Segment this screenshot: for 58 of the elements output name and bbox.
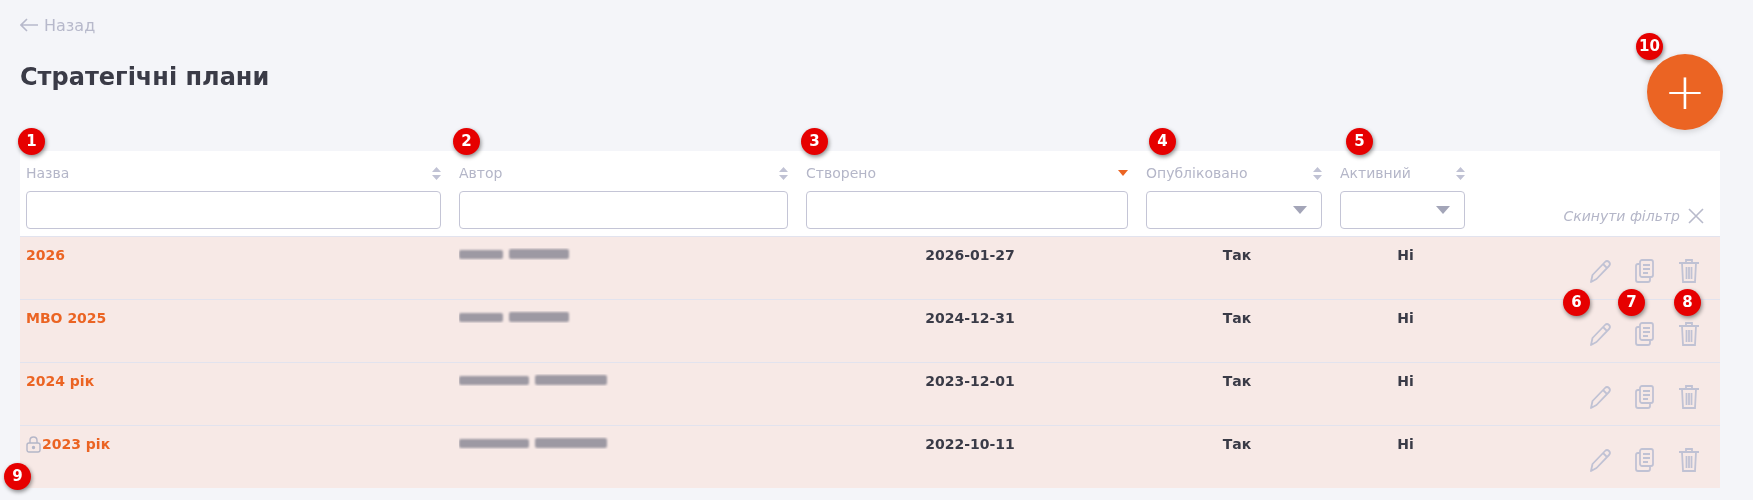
callout-marker: 3 (801, 128, 828, 155)
copy-icon[interactable] (1634, 447, 1656, 473)
filter-field[interactable] (26, 191, 441, 229)
column-header[interactable]: Автор (459, 165, 503, 181)
close-icon[interactable] (1688, 208, 1704, 224)
trash-icon[interactable] (1678, 384, 1700, 410)
callout-marker: 4 (1149, 128, 1176, 155)
filter-dropdown[interactable] (1340, 191, 1465, 229)
pencil-icon[interactable] (1588, 321, 1612, 347)
filter-field[interactable] (806, 191, 1128, 229)
trash-icon[interactable] (1678, 321, 1700, 347)
sort-icon[interactable] (779, 166, 788, 180)
column-header[interactable]: Створено (806, 165, 876, 181)
callout-marker: 2 (453, 128, 480, 155)
active-cell: Ні (1397, 247, 1414, 263)
caret-icon (1436, 206, 1450, 214)
back-arrow-icon[interactable] (20, 18, 38, 32)
callout-marker: 1 (18, 128, 45, 155)
reset-filter-link[interactable]: Скинути фільтр (1563, 208, 1680, 224)
sort-icon[interactable] (1456, 166, 1465, 180)
back-link[interactable]: Назад (44, 15, 96, 35)
pencil-icon[interactable] (1588, 384, 1612, 410)
callout-marker: 9 (4, 463, 31, 490)
column-header[interactable]: Назва (26, 165, 70, 181)
date-cell: 2023-12-01 (925, 373, 1015, 389)
trash-icon[interactable] (1678, 447, 1700, 473)
date-cell: 2022-10-11 (925, 436, 1015, 452)
column-header[interactable]: Опубліковано (1146, 165, 1248, 181)
published-cell: Так (1222, 247, 1252, 263)
column-header[interactable]: Активний (1340, 165, 1411, 181)
callout-marker: 5 (1346, 128, 1373, 155)
copy-icon[interactable] (1634, 384, 1656, 410)
copy-icon[interactable] (1634, 258, 1656, 284)
active-cell: Ні (1397, 310, 1414, 326)
callout-marker: 10 (1636, 33, 1663, 60)
published-cell: Так (1222, 310, 1252, 326)
sort-descending-icon[interactable] (1118, 170, 1128, 176)
plan-name-link[interactable]: 2026 (26, 247, 65, 263)
add-button[interactable]: + (1647, 54, 1723, 130)
plan-name-link[interactable]: 2024 рік (26, 373, 95, 389)
filter-dropdown[interactable] (1146, 191, 1322, 229)
plan-name-link[interactable]: MBO 2025 (26, 310, 107, 326)
page-title: Стратегічні плани (20, 63, 270, 93)
pencil-icon[interactable] (1588, 447, 1612, 473)
published-cell: Так (1222, 373, 1252, 389)
date-cell: 2024-12-31 (925, 310, 1015, 326)
filter-field[interactable] (459, 191, 788, 229)
trash-icon[interactable] (1678, 258, 1700, 284)
sort-icon[interactable] (1313, 166, 1322, 180)
published-cell: Так (1222, 436, 1252, 452)
copy-icon[interactable] (1634, 321, 1656, 347)
pencil-icon[interactable] (1588, 258, 1612, 284)
caret-icon (1293, 206, 1307, 214)
active-cell: Ні (1397, 373, 1414, 389)
active-cell: Ні (1397, 436, 1414, 452)
date-cell: 2026-01-27 (925, 247, 1015, 263)
sort-icon[interactable] (432, 166, 441, 180)
plan-name-link[interactable]: 2023 рік (42, 436, 111, 452)
